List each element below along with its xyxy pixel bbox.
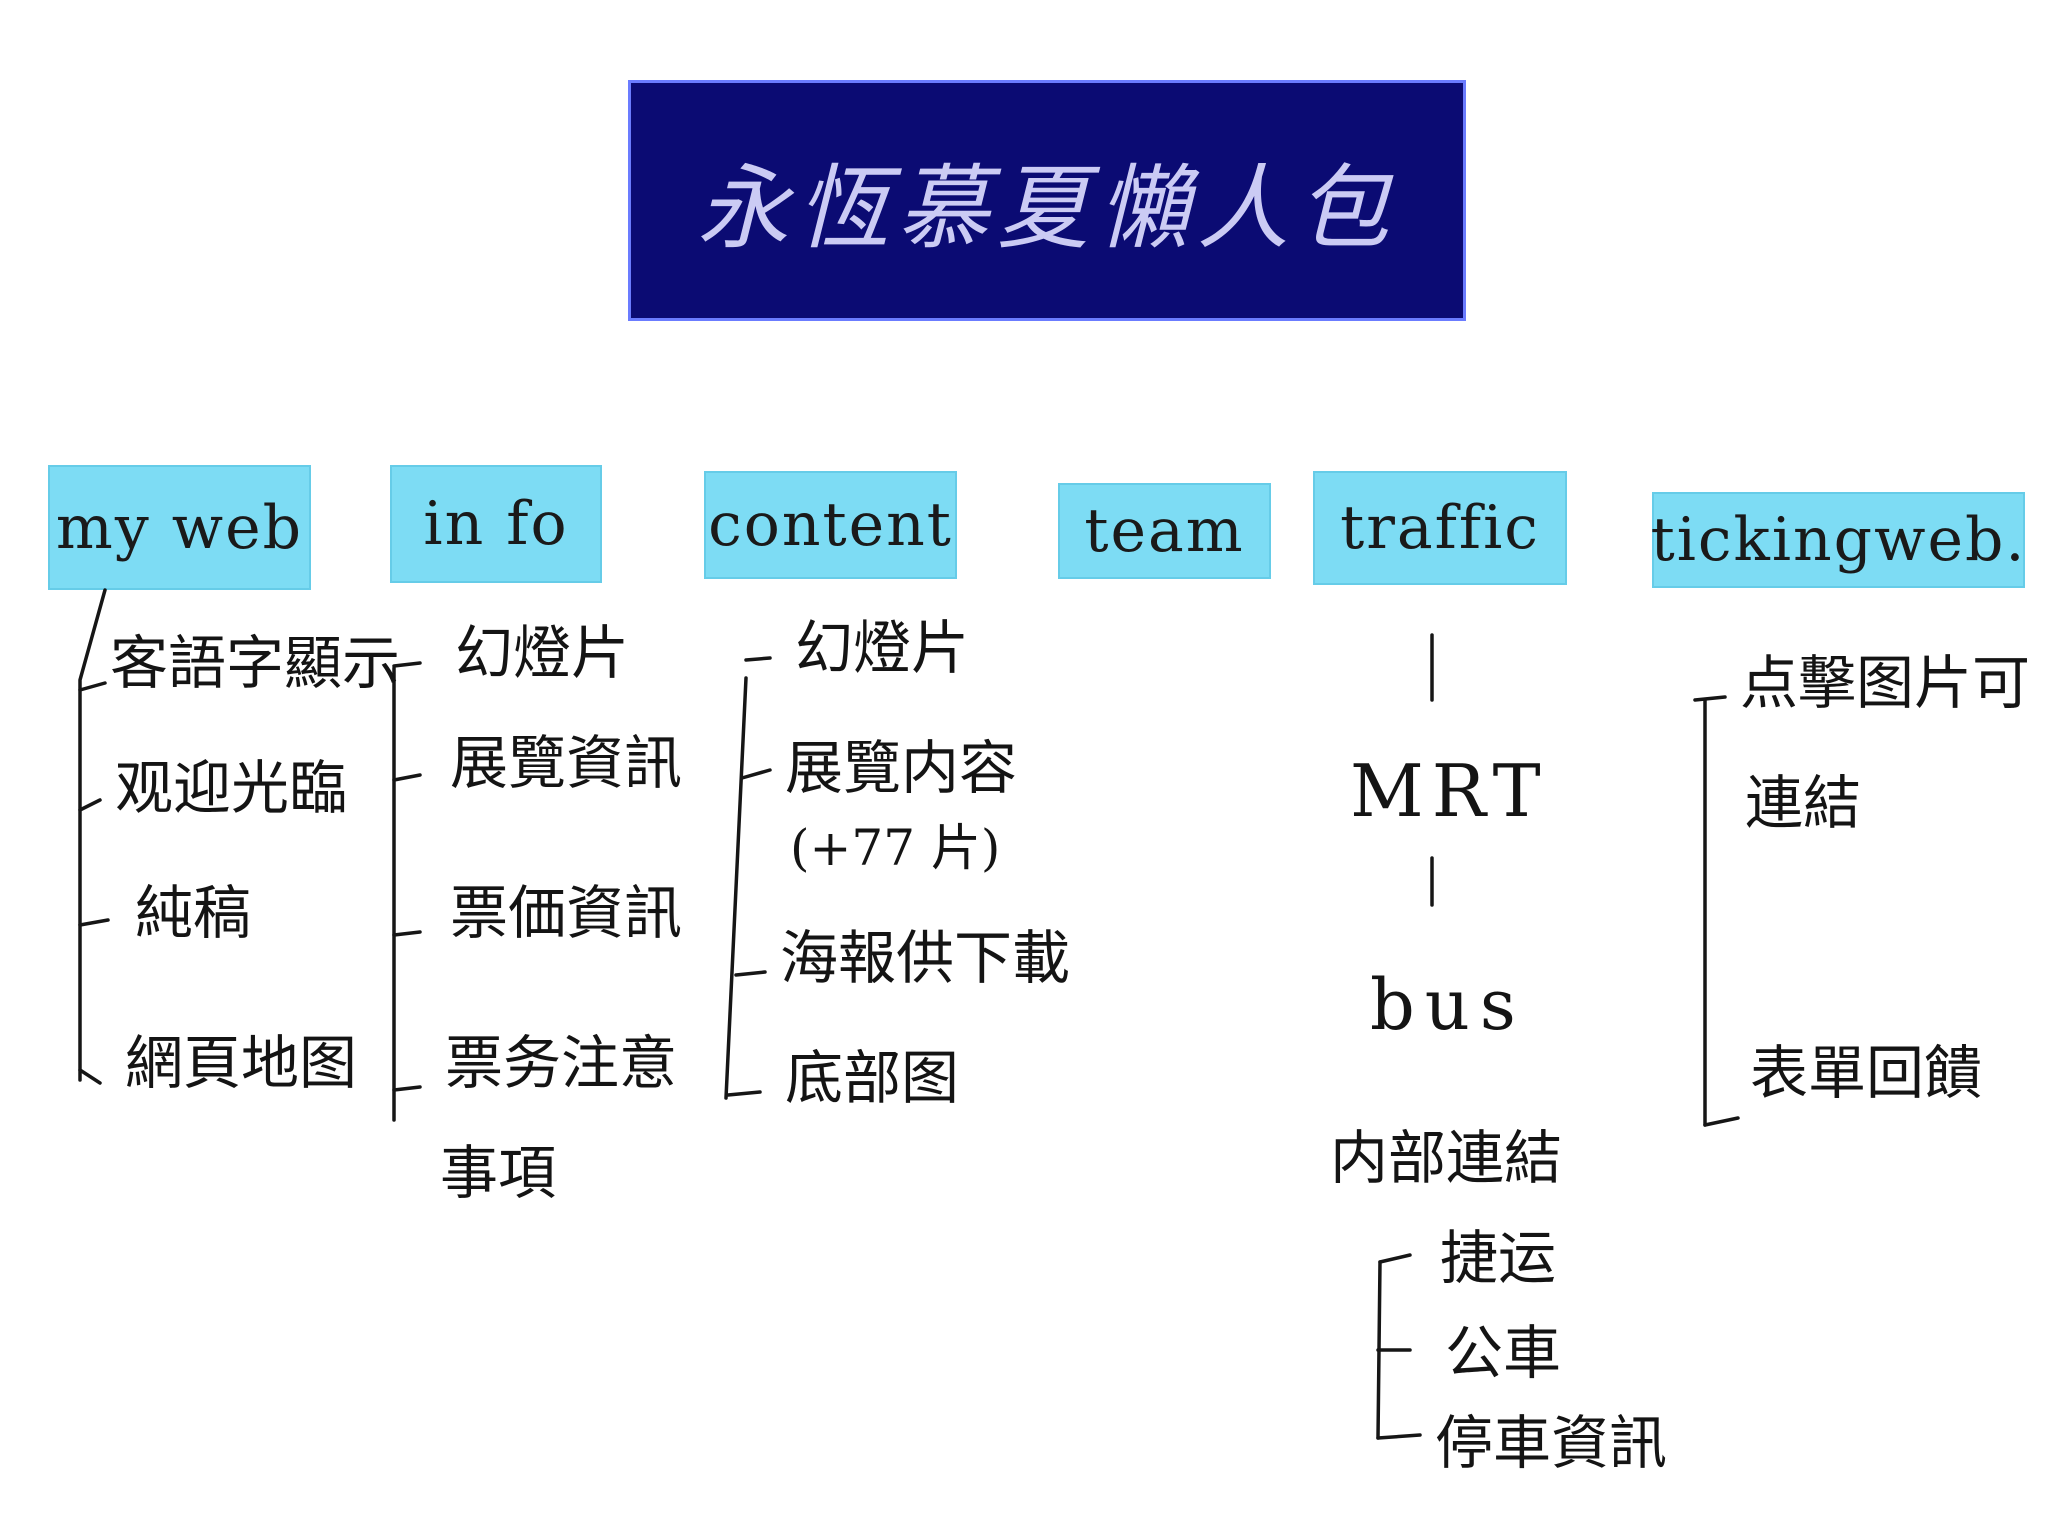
connector-line	[392, 1085, 422, 1092]
info-item-2: 展覽資訊	[450, 729, 683, 797]
content-item-4: 海報供下載	[780, 924, 1071, 992]
traffic-subitem-3: 停車資訊	[1435, 1409, 1668, 1477]
connector-line	[392, 930, 422, 937]
category-tickingweb: tickingweb.	[1650, 492, 2027, 588]
connector-line	[1703, 1116, 1740, 1127]
category-label: my web	[55, 492, 304, 563]
info-item-3: 票価資訊	[450, 879, 683, 947]
connector-line	[1376, 1433, 1422, 1440]
ticking-item-3: 表單回饋	[1750, 1039, 1983, 1107]
connector-line	[734, 970, 767, 977]
traffic-item-bus: bus	[1370, 964, 1526, 1046]
connector-line	[392, 773, 422, 782]
connector-line	[78, 1068, 102, 1085]
connector-line	[1378, 1253, 1412, 1264]
traffic-subitem-1: 捷运	[1440, 1224, 1557, 1292]
category-team: team	[1058, 483, 1271, 579]
myweb-item-2: 观迎光臨	[115, 754, 348, 822]
myweb-item-1: 客語字顯示	[110, 629, 401, 697]
connector-line	[744, 656, 772, 662]
title-banner: 永恆慕夏懶人包	[628, 80, 1466, 321]
content-item-5: 底部图	[785, 1044, 960, 1112]
myweb-item-4: 網頁地图	[125, 1029, 358, 1097]
connector-line	[1376, 1260, 1382, 1440]
ticking-item-2: 連結	[1745, 769, 1862, 837]
ticking-item-1: 点擊图片可	[1740, 649, 2031, 717]
content-item-2: 展覽内容	[785, 734, 1018, 802]
info-item-4: 票务注意	[445, 1029, 678, 1097]
content-item-3: (+77 片)	[790, 819, 1001, 877]
connector-line	[726, 1090, 762, 1097]
category-label: tickingweb.	[1650, 505, 2027, 575]
category-label: in fo	[423, 489, 569, 559]
category-label: content	[708, 490, 953, 560]
content-item-1: 幻燈片	[795, 614, 970, 682]
category-label: team	[1084, 496, 1245, 566]
page-title: 永恆慕夏懶人包	[696, 155, 1397, 262]
connector-line	[740, 768, 772, 780]
traffic-subitem-2: 公車	[1445, 1319, 1562, 1387]
info-item-1: 幻燈片	[455, 619, 630, 687]
myweb-item-3: 純稿	[135, 879, 252, 947]
category-myweb: my web	[48, 465, 311, 590]
traffic-item-internal-link: 内部連結	[1330, 1124, 1563, 1192]
category-traffic: traffic	[1313, 471, 1567, 585]
connector-line	[1693, 695, 1727, 702]
category-info: in fo	[390, 465, 602, 583]
connector-line	[78, 918, 110, 927]
category-label: traffic	[1340, 493, 1540, 563]
info-item-5: 事項	[440, 1139, 557, 1207]
connector-line	[724, 676, 748, 1100]
connector-line	[78, 588, 107, 1082]
traffic-item-mrt: MRT	[1350, 749, 1549, 833]
connector-line	[78, 681, 107, 692]
connector-line	[78, 798, 102, 812]
category-content: content	[704, 471, 957, 579]
